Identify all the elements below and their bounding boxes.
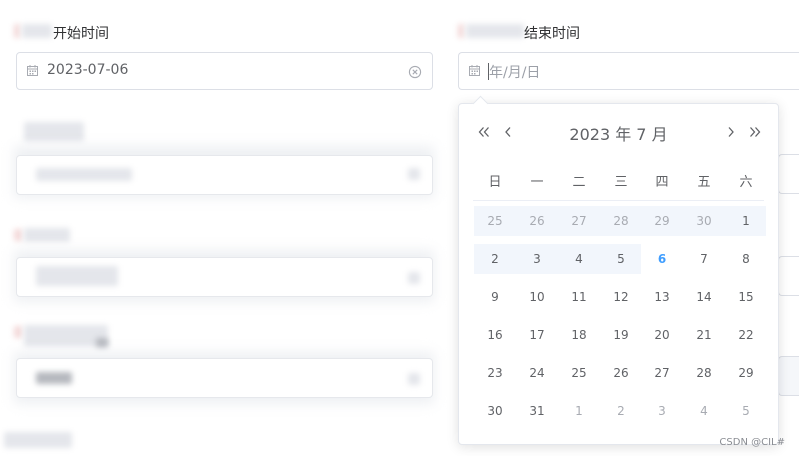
calendar-day[interactable]: 5 <box>600 244 642 274</box>
calendar-day[interactable]: 30 <box>683 206 725 236</box>
redacted-label <box>14 229 22 241</box>
calendar-day[interactable]: 2 <box>600 396 642 426</box>
weekday-label: 日 <box>488 175 502 190</box>
calendar-day[interactable]: 27 <box>558 206 600 236</box>
calendar-day[interactable]: 28 <box>600 206 642 236</box>
calendar-day[interactable]: 29 <box>641 206 683 236</box>
redacted-label-start <box>22 24 52 38</box>
redacted-label-end <box>466 24 524 38</box>
calendar-day[interactable]: 5 <box>725 396 767 426</box>
popover-arrow <box>472 95 489 112</box>
start-date-value[interactable]: 2023-07-06 <box>47 62 128 78</box>
end-time-label-text: 结束时间 <box>524 26 580 42</box>
date-picker-panel: 2023 年 7 月 日一二三四五六 25 26 27 28 29 30 1 2 3 4 5 6 7 8 9… <box>458 95 779 445</box>
calendar-day[interactable]: 4 <box>558 244 600 274</box>
partial-input-right <box>778 356 799 396</box>
weekday-label: 六 <box>739 175 753 190</box>
calendar-day[interactable]: 19 <box>600 320 642 350</box>
weekday-label: 三 <box>614 175 628 190</box>
end-date-placeholder[interactable]: 年/月/日 <box>489 62 540 82</box>
calendar-day[interactable]: 23 <box>474 358 516 388</box>
redacted-text <box>36 266 118 286</box>
calendar-day[interactable]: 29 <box>725 358 767 388</box>
calendar-day[interactable]: 2 <box>474 244 516 274</box>
calendar-icon <box>27 65 38 76</box>
redacted-label-end <box>458 24 464 38</box>
calendar-day[interactable]: 18 <box>558 320 600 350</box>
calendar-day[interactable]: 27 <box>641 358 683 388</box>
calendar-day[interactable]: 15 <box>725 282 767 312</box>
redacted-label <box>96 338 108 348</box>
calendar-day[interactable]: 4 <box>683 396 725 426</box>
calendar-day[interactable]: 17 <box>516 320 558 350</box>
calendar-day[interactable]: 10 <box>516 282 558 312</box>
calendar-day[interactable]: 11 <box>558 282 600 312</box>
weekday-label: 五 <box>697 175 711 190</box>
watermark: CSDN @CIL# <box>719 437 785 448</box>
calendar-day[interactable]: 21 <box>683 320 725 350</box>
redacted-label <box>24 122 84 142</box>
calendar-day[interactable]: 31 <box>516 396 558 426</box>
redacted-text <box>36 372 72 384</box>
double-chevron-right-icon[interactable] <box>747 124 763 140</box>
weekday-label: 一 <box>530 175 544 190</box>
calendar-day[interactable]: 9 <box>474 282 516 312</box>
redacted-text <box>36 168 132 181</box>
calendar-day[interactable]: 22 <box>725 320 767 350</box>
calendar-day[interactable]: 20 <box>641 320 683 350</box>
calendar-day[interactable]: 7 <box>683 244 725 274</box>
weekday-label: 二 <box>572 175 586 190</box>
weekday-label: 四 <box>655 175 669 190</box>
redacted-input <box>16 358 433 398</box>
calendar-day[interactable]: 1 <box>725 206 767 236</box>
redacted-label-start <box>14 24 20 38</box>
circle-close-icon[interactable] <box>408 65 422 79</box>
calendar-day[interactable]: 3 <box>516 244 558 274</box>
calendar-day[interactable]: 16 <box>474 320 516 350</box>
calendar-icon <box>469 65 480 76</box>
calendar-day[interactable]: 1 <box>558 396 600 426</box>
redacted-label <box>14 326 22 338</box>
weekday-divider <box>473 200 764 201</box>
partial-input-right <box>778 256 799 296</box>
calendar-day[interactable]: 12 <box>600 282 642 312</box>
calendar-day[interactable]: 26 <box>600 358 642 388</box>
calendar-day[interactable]: 14 <box>683 282 725 312</box>
calendar-day[interactable]: 25 <box>474 206 516 236</box>
calendar-day[interactable]: 26 <box>516 206 558 236</box>
chevron-right-icon[interactable] <box>723 124 739 140</box>
redacted-label <box>24 228 70 242</box>
redacted-text <box>408 373 420 385</box>
calendar-day[interactable]: 6 <box>641 244 683 274</box>
end-time-label: 结束时间 <box>524 23 580 43</box>
start-date-input[interactable]: 2023-07-06 <box>16 52 433 90</box>
start-time-label: 开始时间 <box>53 23 109 43</box>
end-date-input[interactable]: 年/月/日 <box>458 52 799 90</box>
calendar-day[interactable]: 25 <box>558 358 600 388</box>
calendar-day[interactable]: 30 <box>474 396 516 426</box>
redacted-label <box>4 432 72 448</box>
partial-input-right <box>778 154 799 194</box>
calendar-day[interactable]: 13 <box>641 282 683 312</box>
calendar-day[interactable]: 3 <box>641 396 683 426</box>
redacted-text <box>408 168 420 180</box>
redacted-text <box>408 272 420 284</box>
calendar-day[interactable]: 24 <box>516 358 558 388</box>
calendar-day[interactable]: 28 <box>683 358 725 388</box>
calendar-day[interactable]: 8 <box>725 244 767 274</box>
start-time-label-text: 开始时间 <box>53 26 109 42</box>
